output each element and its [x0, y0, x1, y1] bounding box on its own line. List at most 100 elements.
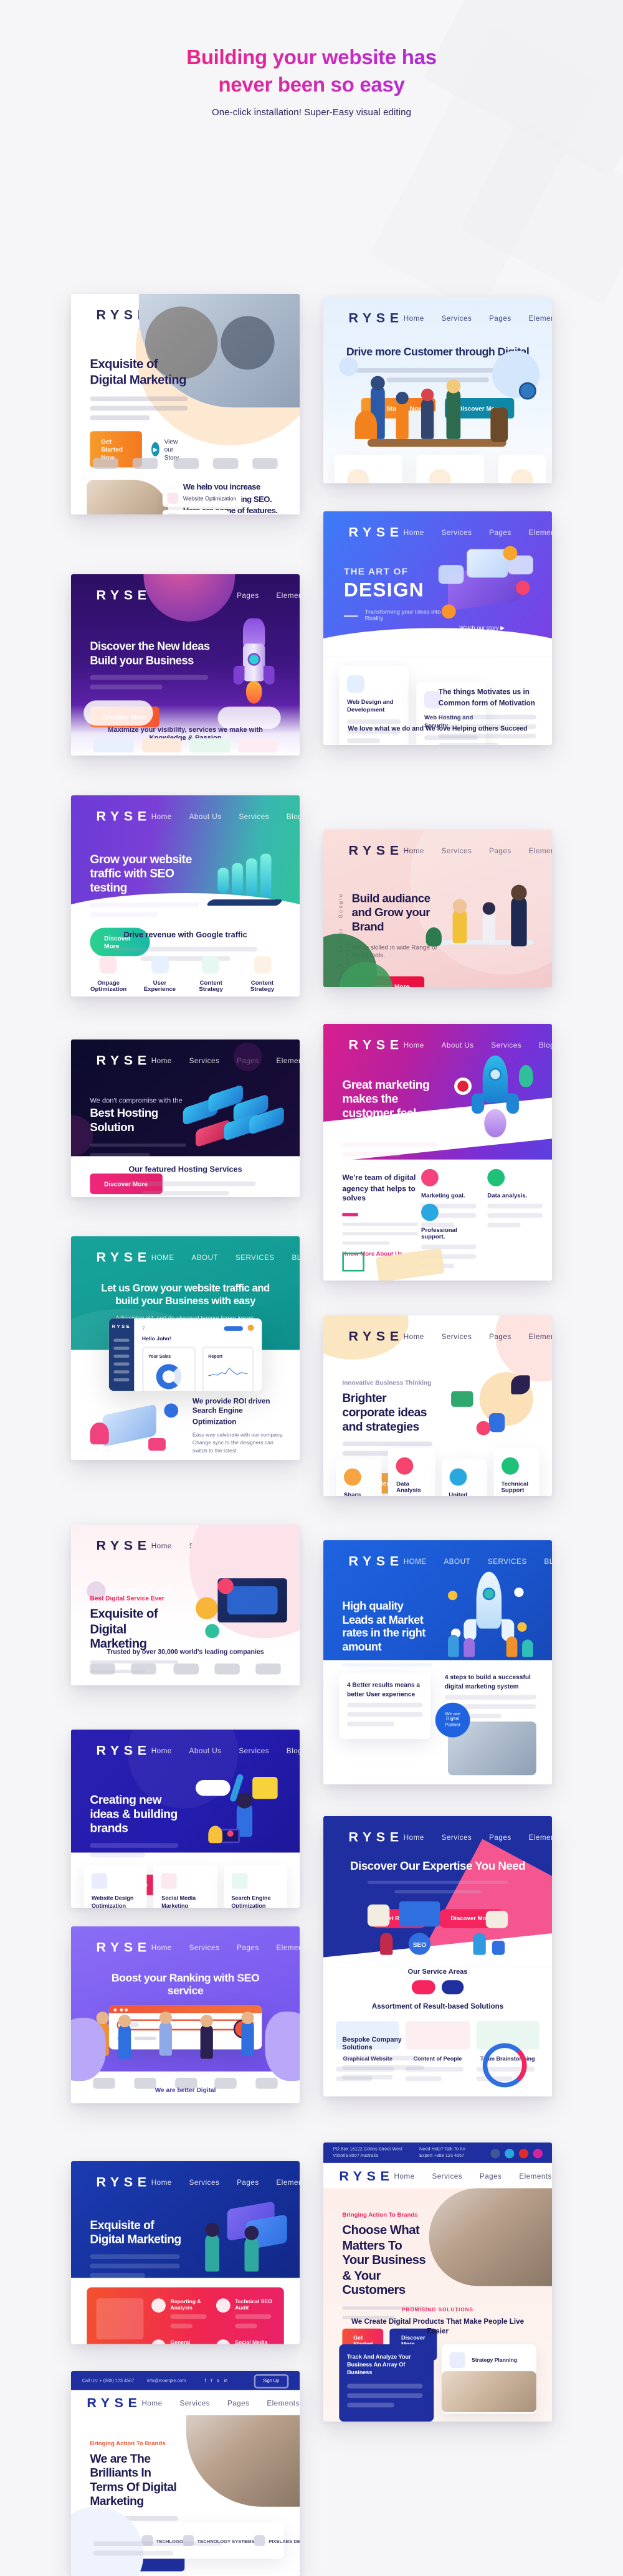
template-thumbnail-creating-new-ideas-brands[interactable]: RYSE HomeAbout UsServicesBlogContact UsG…: [70, 1729, 300, 1908]
nav-link[interactable]: Home: [151, 2178, 172, 2186]
brand-logo[interactable]: RYSE: [348, 843, 403, 858]
footer-card[interactable]: [141, 738, 182, 753]
template-thumbnail-high-quality-leads[interactable]: RYSE HOMEABOUTSERVICESBLOGCONTACTGet a Q…: [323, 1540, 553, 1785]
nav-link[interactable]: Blog: [287, 1746, 300, 1754]
feature-item[interactable]: Data analysis.: [487, 1168, 544, 1231]
youtube-icon[interactable]: [518, 2147, 529, 2157]
brand-logo[interactable]: RYSE: [96, 2174, 151, 2189]
nav-link[interactable]: HOME: [404, 1557, 427, 1565]
nav-link[interactable]: Services: [239, 812, 269, 820]
nav-link[interactable]: Services: [491, 1040, 521, 1048]
nav-link[interactable]: Pages: [489, 1332, 511, 1340]
brand-logo[interactable]: RYSE: [87, 2395, 141, 2410]
nav-link[interactable]: Elements: [276, 1056, 300, 1064]
nav-link[interactable]: Services: [442, 1833, 472, 1841]
nav-link[interactable]: Services: [442, 314, 472, 322]
nav-link[interactable]: Elements: [528, 314, 552, 322]
nav-link[interactable]: Pages: [489, 314, 511, 322]
nav-link[interactable]: Elements: [276, 591, 300, 599]
nav-link[interactable]: Home: [151, 1056, 172, 1064]
nav-link[interactable]: ABOUT: [444, 1557, 470, 1565]
signup-button[interactable]: Sign Up: [253, 2373, 289, 2388]
template-thumbnail-drive-more-customer[interactable]: RYSE HomeServicesPagesElementsPortfolioB…: [323, 297, 553, 483]
feature-card[interactable]: Data Analysis: [388, 1447, 435, 1497]
feature-item[interactable]: Reporting & Analysis: [151, 2298, 210, 2333]
nav-link[interactable]: HOME: [151, 1253, 174, 1261]
feature-item[interactable]: User Experience: [138, 955, 182, 997]
nav-link[interactable]: Services: [179, 2398, 210, 2407]
template-thumbnail-build-audiance-grow-brand[interactable]: RYSE HomeServicesPagesElementsPortfolioB…: [323, 830, 553, 988]
feature-card[interactable]: Website Design Optimization: [83, 1865, 148, 1908]
brand-logo[interactable]: RYSE: [96, 808, 151, 823]
brand-logo[interactable]: RYSE: [96, 1537, 151, 1553]
nav-link[interactable]: Pages: [237, 2178, 259, 2186]
nav-link[interactable]: Home: [141, 2398, 162, 2407]
nav-link[interactable]: Pages: [227, 2398, 250, 2407]
feature-item[interactable]: General Contracting: [151, 2339, 210, 2344]
nav-link[interactable]: Elements: [528, 1833, 552, 1841]
feature-item[interactable]: Content Strategy: [240, 955, 284, 997]
instagram-icon[interactable]: [533, 2147, 543, 2157]
feature-card[interactable]: Real-time Data: [498, 455, 546, 483]
topbar-email[interactable]: info@example.com: [147, 2377, 186, 2384]
template-thumbnail-boost-your-ranking-seo[interactable]: RYSE HomeServicesPagesElementsPortfolioB…: [70, 1926, 300, 2103]
nav-link[interactable]: Home: [151, 1943, 172, 1951]
tab-pill[interactable]: [440, 1980, 465, 1995]
twitter-icon[interactable]: [505, 2147, 515, 2157]
footer-card[interactable]: [93, 738, 133, 753]
nav-link[interactable]: Home: [151, 812, 172, 820]
nav-link[interactable]: BLOG: [544, 1557, 552, 1565]
feature-card[interactable]: United Approach: [440, 1458, 487, 1497]
brand-logo[interactable]: RYSE: [96, 1939, 151, 1954]
footer-card[interactable]: [237, 738, 278, 753]
template-thumbnail-brighter-corporate-ideas[interactable]: RYSE HomeServicesPagesElementsPortfolioB…: [323, 1315, 553, 1497]
social-icon[interactable]: o: [217, 2377, 219, 2384]
template-thumbnail-exquisite-digital-marketing-pink[interactable]: RYSE HomeServicesPagesElementPortfolioBl…: [70, 1525, 300, 1686]
nav-link[interactable]: Elements: [528, 1332, 552, 1340]
template-thumbnail-the-art-of-design[interactable]: RYSE HomeServicesPagesElementsPortfolioB…: [323, 511, 553, 745]
nav-link[interactable]: Home: [404, 1332, 424, 1340]
feature-card[interactable]: Social Media Marketing: [153, 1865, 217, 1908]
social-icon[interactable]: f: [205, 2377, 206, 2384]
nav-link[interactable]: About Us: [442, 1040, 474, 1048]
highlight-card[interactable]: Track And Analyze Your Business An Array…: [339, 2344, 434, 2422]
nav-link[interactable]: Pages: [237, 591, 259, 599]
template-thumbnail-discover-our-expertise[interactable]: RYSE HomeServicesPagesElementsPortfolioB…: [323, 1816, 553, 2097]
nav-link[interactable]: Home: [404, 528, 424, 536]
nav-link[interactable]: Home: [404, 314, 424, 322]
brand-logo[interactable]: RYSE: [339, 2167, 394, 2183]
nav-link[interactable]: Services: [442, 1332, 472, 1340]
nav-link[interactable]: Elements: [276, 1943, 300, 1951]
nav-link[interactable]: Elements: [519, 2172, 552, 2180]
nav-link[interactable]: Home: [394, 2172, 415, 2180]
brand-logo[interactable]: RYSE: [348, 1829, 403, 1844]
nav-link[interactable]: Pages: [480, 2172, 502, 2180]
search-icon[interactable]: ⚲: [142, 1325, 146, 1331]
feature-item[interactable]: Social Media Strategy: [216, 2339, 275, 2344]
feature-item[interactable]: Content Strategy: [189, 955, 233, 997]
template-thumbnail-let-us-grow-traffic-teal[interactable]: RYSE HOMEABOUTSERVICESBLOGCONTACTGet Sta…: [70, 1236, 300, 1461]
nav-link[interactable]: Services: [189, 2178, 220, 2186]
nav-link[interactable]: Pages: [489, 1833, 511, 1841]
facebook-icon[interactable]: [490, 2147, 500, 2157]
nav-link[interactable]: SERVICES: [488, 1557, 527, 1565]
brand-logo[interactable]: RYSE: [96, 1052, 151, 1068]
feature-item[interactable]: Onpage Optimization: [87, 955, 130, 997]
brand-logo[interactable]: RYSE: [96, 587, 151, 603]
nav-link[interactable]: Blog: [539, 1040, 552, 1048]
template-thumbnail-best-hosting-solution[interactable]: RYSE HomeServicesPagesElementsPortfolioB…: [70, 1039, 300, 1197]
social-icon[interactable]: t: [211, 2377, 212, 2384]
template-thumbnail-great-marketing-feel-smart[interactable]: RYSE HomeAbout UsServicesBlogContact Us …: [323, 1023, 553, 1281]
brand-logo[interactable]: RYSE: [96, 1249, 151, 1264]
footer-card[interactable]: [189, 738, 230, 753]
template-thumbnail-discover-new-ideas-space[interactable]: RYSE HomeServicesPagesElementsPortfolioB…: [70, 574, 300, 756]
nav-link[interactable]: About Us: [189, 812, 222, 820]
nav-link[interactable]: Services: [189, 1056, 220, 1064]
brand-logo[interactable]: RYSE: [348, 310, 403, 325]
play-icon[interactable]: ▶: [151, 442, 159, 457]
nav-link[interactable]: Services: [442, 528, 472, 536]
nav-link[interactable]: Pages: [237, 1943, 259, 1951]
feature-card[interactable]: Search Engine Optimization: [223, 1865, 287, 1908]
nav-link[interactable]: Blog: [287, 812, 300, 820]
nav-link[interactable]: Pages: [489, 528, 511, 536]
